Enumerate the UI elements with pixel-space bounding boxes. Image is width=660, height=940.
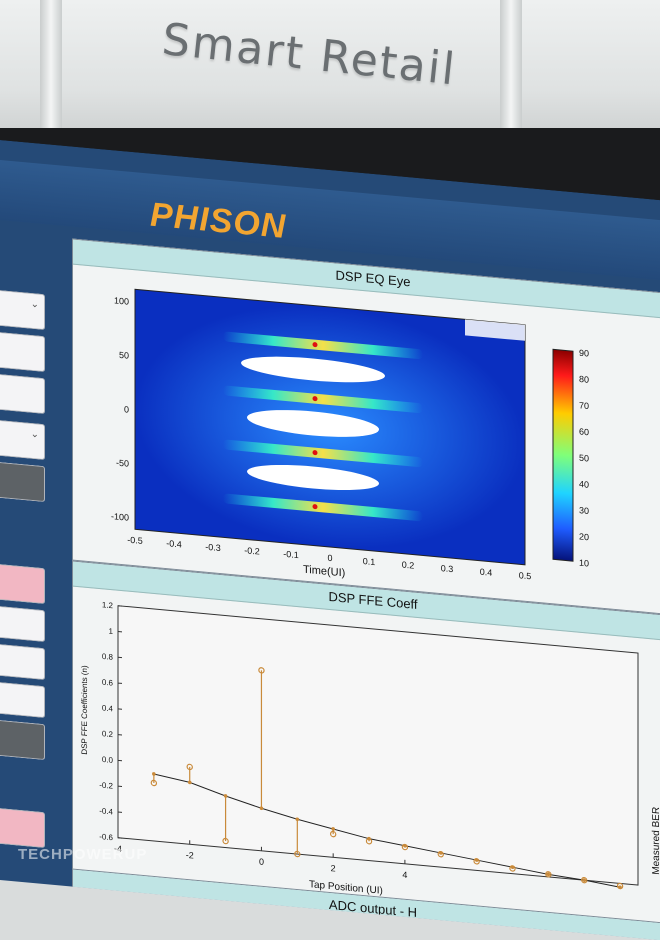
status-indicator (0, 808, 45, 848)
chevron-down-icon: ⌄ (31, 429, 39, 441)
watermark-text: TECHPOWERUP (18, 846, 147, 863)
chevron-down-icon: ⌄ (31, 299, 39, 311)
ffe-plot-area (118, 606, 638, 885)
eye-x-tick-label: -0.5 (127, 535, 142, 546)
eye-y-tick-label: 0 (124, 404, 129, 414)
ffe-y-axis-label: DSP FFE Coefficients (n) (80, 665, 89, 755)
colorbar-tick-label: 20 (579, 531, 589, 542)
eye-x-tick-label: 0.4 (480, 567, 492, 578)
input-field[interactable] (0, 606, 45, 642)
eye-y-tick-label: -100 (111, 511, 129, 523)
colorbar (553, 349, 573, 561)
eye-x-tick-label: -0.2 (244, 545, 259, 556)
dropdown-control[interactable]: ⌄ (0, 420, 45, 460)
colorbar-tick-label: 60 (579, 426, 589, 437)
ffe-y-tick-label: 0.8 (102, 652, 114, 662)
input-field[interactable] (0, 644, 45, 680)
ber-side-label: Measured BER (651, 806, 660, 875)
eye-diagram-panel: DSP EQ Eye (72, 239, 660, 616)
colorbar-tick-label: 40 (579, 479, 589, 490)
eye-x-axis-label: Time(UI) (303, 564, 345, 580)
eye-x-tick-label: 0.2 (402, 560, 414, 571)
colorbar-tick-label: 30 (579, 505, 589, 516)
ffe-y-tick-label: -0.4 (99, 806, 113, 816)
eye-y-tick-label: 100 (114, 295, 129, 306)
eye-x-tick-label: -0.1 (283, 549, 298, 560)
status-indicator (0, 564, 45, 604)
ffe-y-tick-label: 0.2 (102, 729, 114, 739)
input-field[interactable] (0, 332, 45, 372)
eye-x-tick-label: 0.5 (519, 570, 531, 581)
action-button[interactable] (0, 462, 45, 502)
ffe-y-tick-label: -0.2 (99, 780, 113, 790)
eye-x-tick-label: -0.3 (205, 542, 220, 553)
ffe-y-tick-label: -0.6 (99, 832, 113, 842)
ffe-y-tick-label: 0.0 (102, 755, 114, 765)
ffe-x-tick-label: 2 (331, 863, 336, 873)
ffe-x-tick-label: -2 (186, 850, 194, 861)
wall-sign: Smart Retail (160, 14, 459, 96)
eye-y-tick-label: 50 (119, 350, 129, 361)
colorbar-tick-label: 10 (579, 558, 589, 569)
colorbar-tick-label: 90 (579, 348, 589, 359)
ffe-y-tick-label: 0.6 (102, 678, 114, 688)
colorbar-tick-label: 70 (579, 400, 589, 411)
ffe-coeff-chart: 1.210.80.60.40.20.0-0.2-0.4-0.6 -4-2024 … (73, 586, 660, 927)
eye-x-tick-label: -0.4 (166, 538, 181, 549)
monitor-screen: PHISON ⌄ ⌄ DSP EQ Eye (0, 140, 660, 940)
action-button[interactable] (0, 720, 45, 760)
ffe-x-tick-label: 4 (402, 870, 407, 880)
input-field[interactable] (0, 682, 45, 718)
dropdown-control[interactable]: ⌄ (0, 290, 45, 330)
input-field[interactable] (0, 374, 45, 414)
colorbar-tick-label: 50 (579, 453, 589, 464)
ffe-y-tick-label: 1.2 (102, 600, 114, 610)
ffe-coeff-panel: DSP FFE Coeff 1.210.80.60.40.20.0-0.2-0.… (72, 561, 660, 928)
eye-y-tick-label: -50 (116, 458, 129, 469)
eye-x-tick-label: 0.1 (363, 556, 375, 567)
eye-x-tick-label: 0.3 (441, 563, 453, 574)
eye-diagram-plot: 100 50 0 -50 -100 -0.5 -0.4 -0.3 -0.2 -0.1 0 0.1 0.… (73, 264, 660, 615)
eye-x-tick-label: 0 (327, 553, 332, 563)
ffe-y-tick-label: 0.4 (102, 703, 114, 713)
ffe-x-tick-label: 0 (259, 857, 264, 867)
colorbar-tick-label: 80 (579, 374, 589, 385)
ffe-y-tick-label: 1 (109, 627, 114, 636)
